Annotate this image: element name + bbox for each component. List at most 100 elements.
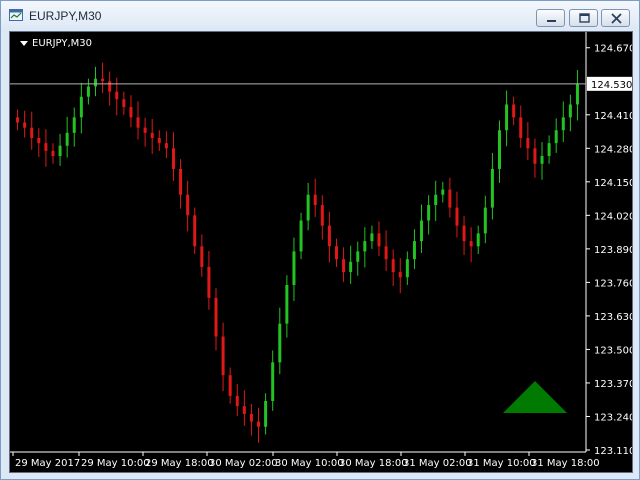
candle-body — [469, 241, 473, 247]
candle-body — [334, 246, 338, 260]
price-tick-label: 124.020 — [594, 211, 632, 222]
candle-body — [434, 194, 438, 206]
candle-body — [342, 259, 346, 273]
candle-body — [249, 413, 253, 422]
candle-body — [412, 241, 416, 260]
candle-body — [278, 323, 282, 363]
window-titlebar[interactable]: EURJPY,M30 — [1, 1, 639, 31]
candle-body — [561, 117, 565, 131]
candle-body — [490, 168, 494, 208]
candle-body — [327, 225, 331, 247]
candle-body — [30, 127, 34, 138]
candlestick-chart[interactable]: 124.670 124.410 124.280 124.150 124.020 123.8… — [10, 32, 632, 472]
candle-body — [101, 78, 105, 82]
price-tick-label: 123.760 — [594, 278, 632, 289]
candle-body — [228, 375, 232, 396]
candle-body — [214, 297, 218, 337]
candle-body — [157, 137, 161, 144]
candle-body — [554, 130, 558, 144]
candle-body — [356, 251, 360, 262]
price-tick-label: 124.280 — [594, 144, 632, 155]
time-tick-label: 29 May 10:00 — [81, 458, 150, 469]
minimize-button[interactable] — [536, 9, 565, 27]
time-tick-label: 31 May 02:00 — [403, 458, 472, 469]
candle-body — [568, 104, 572, 118]
time-tick-label: 31 May 18:00 — [531, 458, 600, 469]
candle-body — [200, 246, 204, 267]
time-tick-label: 30 May 10:00 — [275, 458, 344, 469]
terminal-window: EURJPY,M30 124.670 124.410 124.280 124.150 1… — [0, 0, 640, 480]
candle-body — [455, 207, 459, 226]
price-tick-label: 123.630 — [594, 312, 632, 323]
candle-body — [313, 194, 317, 206]
candle-body — [150, 132, 154, 138]
candle-body — [86, 86, 90, 97]
candle-body — [164, 143, 168, 149]
time-tick-label: 29 May 2017 — [15, 458, 80, 469]
candle-body — [136, 117, 140, 128]
candle-body — [235, 395, 239, 407]
candle-body — [441, 189, 445, 195]
price-tick-label: 124.150 — [594, 178, 632, 189]
candle-body — [44, 143, 48, 151]
candle-body — [427, 205, 431, 221]
candle-body — [23, 122, 27, 128]
price-tick-label: 124.670 — [594, 44, 632, 55]
candle-body — [476, 233, 480, 247]
candle-body — [448, 189, 452, 208]
candle-body — [497, 130, 501, 169]
candle-body — [129, 107, 133, 118]
close-button[interactable] — [601, 9, 630, 27]
candle-body — [143, 127, 147, 133]
candle-body — [483, 207, 487, 234]
candle-body — [72, 117, 76, 133]
candle-body — [462, 225, 466, 242]
candle-body — [94, 78, 98, 87]
candle-body — [65, 132, 69, 146]
candle-body — [292, 251, 296, 285]
maximize-button[interactable] — [569, 9, 598, 27]
candle-body — [363, 241, 367, 252]
price-tick-label: 123.370 — [594, 379, 632, 390]
candle-body — [37, 137, 41, 144]
candle-body — [540, 156, 544, 164]
candle-body — [193, 215, 197, 247]
candle-body — [299, 220, 303, 252]
candle-body — [377, 233, 381, 247]
time-tick-label: 29 May 18:00 — [145, 458, 214, 469]
candle-body — [405, 259, 409, 278]
time-tick-label: 30 May 18:00 — [339, 458, 408, 469]
candle-body — [370, 233, 374, 242]
minimize-icon — [547, 20, 556, 22]
candle-body — [257, 421, 261, 427]
candle-body — [285, 284, 289, 324]
candle-body — [575, 83, 579, 105]
candle-body — [207, 266, 211, 298]
chart-symbol-label[interactable]: EURJPY,M30 — [20, 38, 92, 49]
dropdown-arrow-icon — [20, 40, 28, 46]
candle-body — [398, 272, 402, 278]
time-tick-label: 30 May 02:00 — [209, 458, 278, 469]
candle-body — [384, 246, 388, 260]
price-tick-label: 123.110 — [594, 446, 632, 457]
candle-body — [420, 220, 424, 242]
chart-area[interactable]: 124.670 124.410 124.280 124.150 124.020 123.8… — [9, 31, 633, 473]
price-tick-label: 123.500 — [594, 345, 632, 356]
current-price-label: 124.530 — [591, 80, 632, 91]
window-title: EURJPY,M30 — [29, 9, 102, 23]
candle-body — [58, 145, 62, 157]
candle-body — [547, 143, 551, 157]
maximize-icon — [579, 13, 590, 23]
price-tick-label: 124.410 — [594, 111, 632, 122]
candle-body — [122, 99, 126, 108]
candle-body — [526, 137, 530, 149]
candle-body — [221, 336, 225, 376]
candle-body — [519, 117, 523, 138]
time-tick-label: 31 May 10:00 — [467, 458, 536, 469]
candle-body — [271, 362, 275, 402]
candle-body — [16, 117, 20, 123]
candle-body — [79, 96, 83, 118]
candle-body — [179, 168, 183, 195]
candle-body — [115, 91, 119, 100]
up-triangle-icon — [503, 381, 567, 413]
